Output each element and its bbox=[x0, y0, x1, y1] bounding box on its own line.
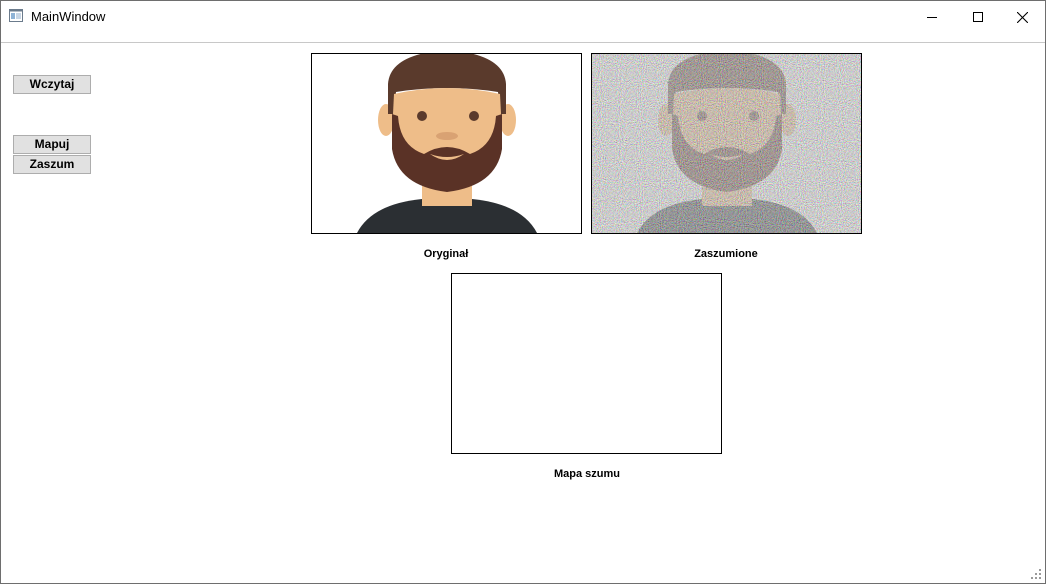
minimize-button[interactable] bbox=[909, 1, 955, 33]
maximize-button[interactable] bbox=[955, 1, 1001, 33]
window-title: MainWindow bbox=[31, 9, 106, 24]
title-bar[interactable]: MainWindow bbox=[1, 1, 1045, 33]
original-caption: Oryginał bbox=[423, 248, 469, 260]
noisy-avatar-illustration bbox=[592, 54, 861, 233]
minimize-icon bbox=[927, 17, 937, 18]
map-button[interactable]: Mapuj bbox=[13, 135, 91, 154]
noise-map-caption: Mapa szumu bbox=[553, 468, 620, 480]
resize-grip-icon[interactable] bbox=[1031, 569, 1041, 579]
title-divider bbox=[1, 42, 1045, 43]
main-window: MainWindow Wczytaj Mapuj Zaszum Oryginał… bbox=[0, 0, 1046, 584]
noisy-caption: Zaszumione bbox=[694, 248, 758, 260]
noise-map-image bbox=[451, 273, 722, 454]
close-button[interactable] bbox=[999, 1, 1045, 33]
close-icon bbox=[1016, 11, 1028, 23]
maximize-icon bbox=[973, 12, 983, 22]
avatar-illustration bbox=[312, 54, 581, 233]
noise-button[interactable]: Zaszum bbox=[13, 155, 91, 174]
noisy-image bbox=[591, 53, 862, 234]
original-image bbox=[311, 53, 582, 234]
load-button[interactable]: Wczytaj bbox=[13, 75, 91, 94]
app-window-icon bbox=[9, 9, 23, 22]
